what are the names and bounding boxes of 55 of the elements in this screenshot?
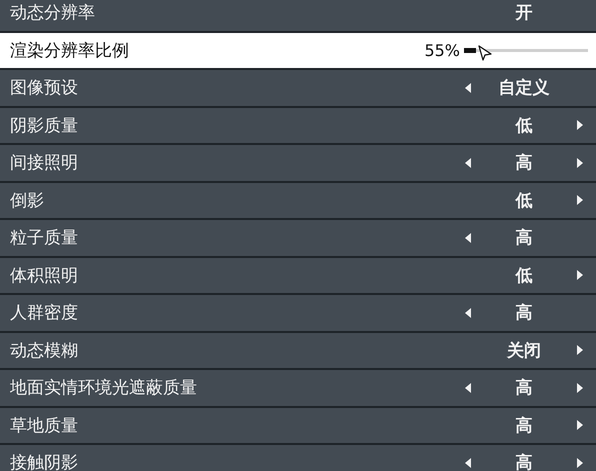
- setting-label: 图像预设: [10, 77, 79, 100]
- right-arrow-icon[interactable]: [577, 158, 583, 168]
- setting-row[interactable]: 接触阴影 高: [0, 445, 596, 471]
- setting-value: 自定义: [498, 77, 550, 100]
- cursor-icon: [478, 45, 492, 62]
- setting-value: 低: [516, 264, 532, 287]
- setting-value: 高: [516, 452, 532, 471]
- left-arrow-icon[interactable]: [465, 82, 471, 93]
- setting-value: 高: [516, 302, 532, 324]
- right-arrow-icon[interactable]: [577, 345, 583, 356]
- setting-label: 接触阴影: [10, 452, 79, 471]
- right-arrow-icon[interactable]: [577, 382, 583, 393]
- setting-label: 动态分辨率: [10, 2, 96, 24]
- setting-value: 低: [516, 114, 532, 137]
- setting-value: 开: [516, 2, 532, 24]
- setting-label: 地面实情环境光遮蔽质量: [10, 377, 198, 400]
- setting-row[interactable]: 阴影质量 低: [0, 108, 596, 143]
- setting-row[interactable]: 图像预设 自定义: [0, 70, 596, 106]
- setting-row[interactable]: 动态模糊 关闭: [0, 332, 596, 368]
- setting-label: 间接照明: [10, 152, 79, 174]
- setting-value: 高: [516, 377, 532, 400]
- right-arrow-icon[interactable]: [577, 120, 583, 130]
- setting-row[interactable]: 渲染分辨率比例 55%: [0, 32, 596, 68]
- right-arrow-icon[interactable]: [577, 270, 583, 280]
- setting-label: 草地质量: [10, 414, 79, 437]
- setting-label: 体积照明: [10, 264, 79, 287]
- setting-row[interactable]: 地面实情环境光遮蔽质量 高: [0, 370, 596, 406]
- setting-label: 粒子质量: [10, 227, 79, 250]
- left-arrow-icon[interactable]: [465, 158, 471, 168]
- setting-row[interactable]: 粒子质量 高: [0, 220, 596, 256]
- setting-label: 阴影质量: [10, 114, 79, 137]
- setting-value: 高: [516, 227, 532, 250]
- setting-value: 高: [516, 152, 532, 174]
- right-arrow-icon[interactable]: [577, 420, 583, 430]
- setting-label: 动态模糊: [10, 340, 79, 362]
- slider-track[interactable]: [464, 48, 588, 52]
- setting-value: 低: [516, 190, 532, 212]
- setting-label: 人群密度: [10, 302, 79, 324]
- setting-label: 渲染分辨率比例: [10, 40, 130, 62]
- left-arrow-icon[interactable]: [465, 382, 471, 393]
- slider-reading: 55%: [424, 40, 460, 60]
- setting-row[interactable]: 间接照明 高: [0, 145, 596, 180]
- left-arrow-icon[interactable]: [465, 308, 471, 318]
- setting-row[interactable]: 人群密度 高: [0, 295, 596, 330]
- right-arrow-icon[interactable]: [577, 195, 583, 206]
- setting-value: 高: [516, 414, 532, 437]
- setting-value: 关闭: [507, 340, 541, 362]
- setting-row[interactable]: 体积照明 低: [0, 258, 596, 293]
- setting-row[interactable]: 草地质量 高: [0, 408, 596, 443]
- left-arrow-icon[interactable]: [465, 232, 471, 243]
- left-arrow-icon[interactable]: [465, 458, 471, 468]
- setting-label: 倒影: [10, 190, 45, 212]
- setting-row[interactable]: 倒影 低: [0, 182, 596, 218]
- setting-row[interactable]: 动态分辨率 开: [0, 0, 596, 30]
- right-arrow-icon[interactable]: [577, 458, 583, 468]
